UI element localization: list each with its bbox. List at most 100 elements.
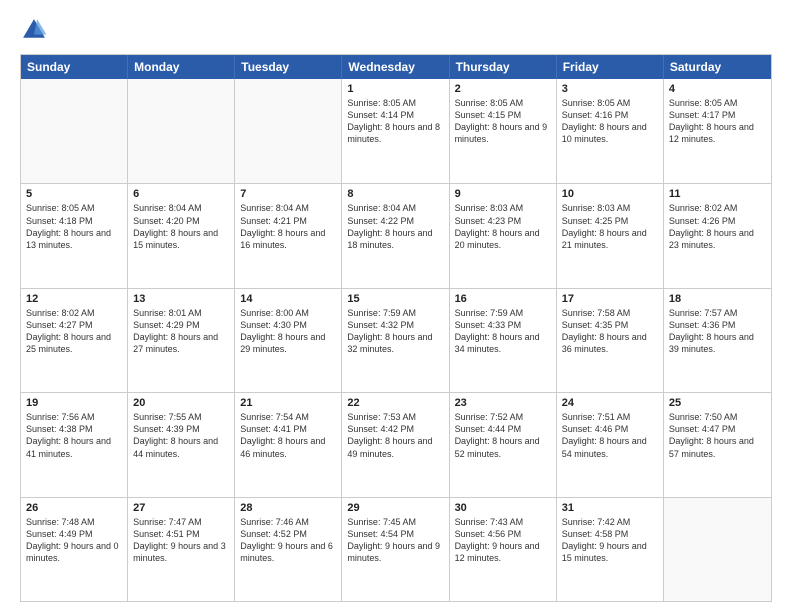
day-cell-19: 19 Sunrise: 7:56 AM Sunset: 4:38 PM Dayli… bbox=[21, 393, 128, 496]
day-number: 8 bbox=[347, 188, 443, 200]
day-number: 21 bbox=[240, 397, 336, 409]
cell-info: Sunrise: 7:59 AM Sunset: 4:32 PM Dayligh… bbox=[347, 307, 443, 356]
day-number: 13 bbox=[133, 293, 229, 305]
day-number: 18 bbox=[669, 293, 766, 305]
day-cell-24: 24Sunrise: 7:51 AM Sunset: 4:46 PM Dayli… bbox=[557, 393, 664, 496]
day-cell-13: 13 Sunrise: 8:01 AM Sunset: 4:29 PM Dayli… bbox=[128, 289, 235, 392]
cell-info: Sunrise: 8:02 AM Sunset: 4:27 PM Dayligh… bbox=[26, 307, 122, 356]
page: SundayMondayTuesdayWednesdayThursdayFrid… bbox=[0, 0, 792, 612]
cell-info: Sunrise: 7:43 AM Sunset: 4:56 PM Dayligh… bbox=[455, 516, 551, 565]
day-number: 7 bbox=[240, 188, 336, 200]
cell-info: Sunrise: 8:02 AM Sunset: 4:26 PM Dayligh… bbox=[669, 202, 766, 251]
day-cell-10: 10 Sunrise: 8:03 AM Sunset: 4:25 PM Dayli… bbox=[557, 184, 664, 287]
day-number: 16 bbox=[455, 293, 551, 305]
cell-info: Sunrise: 7:46 AM Sunset: 4:52 PM Dayligh… bbox=[240, 516, 336, 565]
calendar-header: SundayMondayTuesdayWednesdayThursdayFrid… bbox=[21, 55, 771, 79]
cell-info: Sunrise: 8:01 AM Sunset: 4:29 PM Dayligh… bbox=[133, 307, 229, 356]
day-cell-18: 18 Sunrise: 7:57 AM Sunset: 4:36 PM Dayli… bbox=[664, 289, 771, 392]
cell-info: Sunrise: 7:47 AM Sunset: 4:51 PM Dayligh… bbox=[133, 516, 229, 565]
cell-info: Sunrise: 8:05 AM Sunset: 4:16 PM Dayligh… bbox=[562, 97, 658, 146]
weekday-header-thursday: Thursday bbox=[450, 55, 557, 79]
cell-info: Sunrise: 7:55 AM Sunset: 4:39 PM Dayligh… bbox=[133, 411, 229, 460]
day-cell-15: 15 Sunrise: 7:59 AM Sunset: 4:32 PM Dayli… bbox=[342, 289, 449, 392]
cell-info: Sunrise: 8:03 AM Sunset: 4:25 PM Dayligh… bbox=[562, 202, 658, 251]
day-number: 24 bbox=[562, 397, 658, 409]
calendar-body: 1 Sunrise: 8:05 AM Sunset: 4:14 PM Daylig… bbox=[21, 79, 771, 601]
cell-info: Sunrise: 8:03 AM Sunset: 4:23 PM Dayligh… bbox=[455, 202, 551, 251]
weekday-header-wednesday: Wednesday bbox=[342, 55, 449, 79]
calendar: SundayMondayTuesdayWednesdayThursdayFrid… bbox=[20, 54, 772, 602]
day-cell-29: 29 Sunrise: 7:45 AM Sunset: 4:54 PM Dayli… bbox=[342, 498, 449, 601]
cell-info: Sunrise: 8:05 AM Sunset: 4:14 PM Dayligh… bbox=[347, 97, 443, 146]
day-number: 19 bbox=[26, 397, 122, 409]
week-row-5: 26 Sunrise: 7:48 AM Sunset: 4:49 PM Dayli… bbox=[21, 497, 771, 601]
day-number: 20 bbox=[133, 397, 229, 409]
day-cell-16: 16 Sunrise: 7:59 AM Sunset: 4:33 PM Dayli… bbox=[450, 289, 557, 392]
weekday-header-tuesday: Tuesday bbox=[235, 55, 342, 79]
week-row-3: 12Sunrise: 8:02 AM Sunset: 4:27 PM Dayli… bbox=[21, 288, 771, 392]
day-number: 23 bbox=[455, 397, 551, 409]
day-cell-6: 6 Sunrise: 8:04 AM Sunset: 4:20 PM Daylig… bbox=[128, 184, 235, 287]
day-number: 29 bbox=[347, 502, 443, 514]
empty-cell bbox=[21, 79, 128, 183]
day-number: 10 bbox=[562, 188, 658, 200]
day-cell-17: 17 Sunrise: 7:58 AM Sunset: 4:35 PM Dayli… bbox=[557, 289, 664, 392]
day-number: 15 bbox=[347, 293, 443, 305]
logo-icon bbox=[20, 16, 48, 44]
logo bbox=[20, 16, 52, 44]
cell-info: Sunrise: 7:58 AM Sunset: 4:35 PM Dayligh… bbox=[562, 307, 658, 356]
day-cell-26: 26 Sunrise: 7:48 AM Sunset: 4:49 PM Dayli… bbox=[21, 498, 128, 601]
day-number: 30 bbox=[455, 502, 551, 514]
day-number: 28 bbox=[240, 502, 336, 514]
day-number: 3 bbox=[562, 83, 658, 95]
day-cell-21: 21 Sunrise: 7:54 AM Sunset: 4:41 PM Dayli… bbox=[235, 393, 342, 496]
weekday-header-saturday: Saturday bbox=[664, 55, 771, 79]
day-number: 6 bbox=[133, 188, 229, 200]
day-number: 31 bbox=[562, 502, 658, 514]
day-cell-14: 14 Sunrise: 8:00 AM Sunset: 4:30 PM Dayli… bbox=[235, 289, 342, 392]
weekday-header-sunday: Sunday bbox=[21, 55, 128, 79]
weekday-header-friday: Friday bbox=[557, 55, 664, 79]
day-cell-11: 11 Sunrise: 8:02 AM Sunset: 4:26 PM Dayli… bbox=[664, 184, 771, 287]
week-row-4: 19 Sunrise: 7:56 AM Sunset: 4:38 PM Dayli… bbox=[21, 392, 771, 496]
day-cell-8: 8Sunrise: 8:04 AM Sunset: 4:22 PM Daylig… bbox=[342, 184, 449, 287]
cell-info: Sunrise: 8:05 AM Sunset: 4:17 PM Dayligh… bbox=[669, 97, 766, 146]
cell-info: Sunrise: 7:45 AM Sunset: 4:54 PM Dayligh… bbox=[347, 516, 443, 565]
cell-info: Sunrise: 8:04 AM Sunset: 4:20 PM Dayligh… bbox=[133, 202, 229, 251]
cell-info: Sunrise: 7:53 AM Sunset: 4:42 PM Dayligh… bbox=[347, 411, 443, 460]
cell-info: Sunrise: 7:56 AM Sunset: 4:38 PM Dayligh… bbox=[26, 411, 122, 460]
cell-info: Sunrise: 8:00 AM Sunset: 4:30 PM Dayligh… bbox=[240, 307, 336, 356]
week-row-1: 1 Sunrise: 8:05 AM Sunset: 4:14 PM Daylig… bbox=[21, 79, 771, 183]
day-number: 25 bbox=[669, 397, 766, 409]
weekday-header-monday: Monday bbox=[128, 55, 235, 79]
cell-info: Sunrise: 7:54 AM Sunset: 4:41 PM Dayligh… bbox=[240, 411, 336, 460]
day-cell-22: 22Sunrise: 7:53 AM Sunset: 4:42 PM Dayli… bbox=[342, 393, 449, 496]
day-number: 26 bbox=[26, 502, 122, 514]
cell-info: Sunrise: 8:05 AM Sunset: 4:15 PM Dayligh… bbox=[455, 97, 551, 146]
cell-info: Sunrise: 7:50 AM Sunset: 4:47 PM Dayligh… bbox=[669, 411, 766, 460]
day-number: 14 bbox=[240, 293, 336, 305]
day-number: 5 bbox=[26, 188, 122, 200]
header bbox=[20, 16, 772, 44]
day-number: 27 bbox=[133, 502, 229, 514]
day-number: 4 bbox=[669, 83, 766, 95]
day-cell-9: 9Sunrise: 8:03 AM Sunset: 4:23 PM Daylig… bbox=[450, 184, 557, 287]
day-number: 11 bbox=[669, 188, 766, 200]
cell-info: Sunrise: 7:42 AM Sunset: 4:58 PM Dayligh… bbox=[562, 516, 658, 565]
day-cell-31: 31 Sunrise: 7:42 AM Sunset: 4:58 PM Dayli… bbox=[557, 498, 664, 601]
cell-info: Sunrise: 7:59 AM Sunset: 4:33 PM Dayligh… bbox=[455, 307, 551, 356]
day-number: 2 bbox=[455, 83, 551, 95]
cell-info: Sunrise: 8:05 AM Sunset: 4:18 PM Dayligh… bbox=[26, 202, 122, 251]
day-cell-28: 28 Sunrise: 7:46 AM Sunset: 4:52 PM Dayli… bbox=[235, 498, 342, 601]
cell-info: Sunrise: 7:52 AM Sunset: 4:44 PM Dayligh… bbox=[455, 411, 551, 460]
week-row-2: 5 Sunrise: 8:05 AM Sunset: 4:18 PM Daylig… bbox=[21, 183, 771, 287]
day-cell-7: 7Sunrise: 8:04 AM Sunset: 4:21 PM Daylig… bbox=[235, 184, 342, 287]
day-number: 17 bbox=[562, 293, 658, 305]
day-number: 1 bbox=[347, 83, 443, 95]
cell-info: Sunrise: 7:57 AM Sunset: 4:36 PM Dayligh… bbox=[669, 307, 766, 356]
cell-info: Sunrise: 7:48 AM Sunset: 4:49 PM Dayligh… bbox=[26, 516, 122, 565]
empty-cell bbox=[664, 498, 771, 601]
day-cell-23: 23 Sunrise: 7:52 AM Sunset: 4:44 PM Dayli… bbox=[450, 393, 557, 496]
day-cell-4: 4 Sunrise: 8:05 AM Sunset: 4:17 PM Daylig… bbox=[664, 79, 771, 183]
empty-cell bbox=[235, 79, 342, 183]
